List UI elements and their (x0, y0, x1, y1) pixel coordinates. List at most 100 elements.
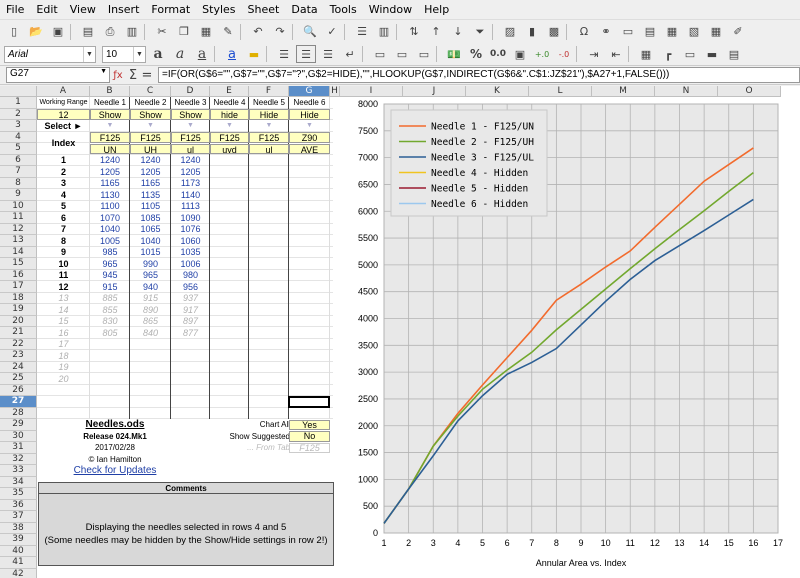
needle-value-cell[interactable]: 1240 (171, 155, 210, 166)
needle-header-2[interactable]: Needle 2 (130, 98, 171, 109)
borders-icon[interactable]: ▦ (636, 45, 656, 63)
column-header-K[interactable]: K (466, 86, 529, 97)
needle-value-cell[interactable]: 1040 (130, 236, 171, 247)
index-cell[interactable]: 4 (37, 190, 90, 201)
background-color-icon[interactable]: ▬ (702, 45, 722, 63)
column-header-A[interactable]: A (37, 86, 90, 97)
print-preview-icon[interactable]: ▥ (122, 23, 142, 41)
needle-value-cell[interactable]: 1076 (171, 224, 210, 235)
row-header-5[interactable]: 5 (0, 143, 37, 155)
needle-type-cell-5[interactable]: ul (249, 143, 289, 154)
row-header-30[interactable]: 30 (0, 430, 37, 442)
index-cell[interactable]: 11 (37, 270, 90, 281)
needle-value-cell[interactable]: 1165 (130, 178, 171, 189)
index-cell[interactable]: 8 (37, 236, 90, 247)
spreadsheet-grid[interactable]: 0 500 1000 1500 2000 2500 3000 3500 4000 4500 5000… (0, 86, 800, 578)
row-header-42[interactable]: 42 (0, 568, 37, 578)
menu-styles[interactable]: Styles (196, 3, 241, 16)
needle-value-cell[interactable]: 1040 (90, 224, 130, 235)
undo-icon[interactable]: ↶ (248, 23, 268, 41)
headers-footers-icon[interactable]: ▤ (640, 23, 660, 41)
center-vertically-icon[interactable]: ▭ (414, 45, 434, 63)
align-right-icon[interactable]: ☰ (318, 45, 338, 63)
index-cell[interactable]: 13 (37, 293, 90, 304)
column-header-O[interactable]: O (718, 86, 781, 97)
row-header-34[interactable]: 34 (0, 476, 37, 488)
index-cell[interactable]: 1 (37, 155, 90, 166)
needle-tab-cell-3[interactable]: F125 (171, 132, 210, 143)
decrease-indent-icon[interactable]: ⇤ (606, 45, 626, 63)
selected-cell-G27[interactable] (288, 396, 330, 408)
needle-value-cell[interactable]: 990 (130, 259, 171, 270)
row-header-16[interactable]: 16 (0, 269, 37, 281)
new-document-icon[interactable]: ▯ (4, 23, 24, 41)
needle-value-cell[interactable]: 965 (90, 259, 130, 270)
needle-value-cell[interactable]: 985 (90, 247, 130, 258)
row-header-26[interactable]: 26 (0, 384, 37, 396)
bold-icon[interactable]: a (148, 45, 168, 63)
menu-view[interactable]: View (64, 3, 102, 16)
index-cell[interactable]: 7 (37, 224, 90, 235)
row-header-37[interactable]: 37 (0, 511, 37, 523)
row-header-15[interactable]: 15 (0, 258, 37, 270)
needle-type-cell-1[interactable]: UN (90, 143, 130, 154)
row-header-39[interactable]: 39 (0, 534, 37, 546)
column-header-E[interactable]: E (210, 86, 249, 97)
row-header-6[interactable]: 6 (0, 154, 37, 166)
needle-header-5[interactable]: Needle 5 (249, 98, 289, 109)
needle-value-cell[interactable]: 1113 (171, 201, 210, 212)
row-header-3[interactable]: 3 (0, 120, 37, 132)
align-left-icon[interactable]: ☰ (274, 45, 294, 63)
row-header-8[interactable]: 8 (0, 177, 37, 189)
font-size-combo[interactable]: 10 ▼ (102, 45, 146, 63)
paste-icon[interactable]: ▦ (196, 23, 216, 41)
needle-value-cell[interactable]: 1085 (130, 213, 171, 224)
menu-insert[interactable]: Insert (102, 3, 146, 16)
row-header-29[interactable]: 29 (0, 419, 37, 431)
freeze-rows-columns-icon[interactable]: ▧ (684, 23, 704, 41)
formula-input[interactable]: =IF(OR(G$6="",G$7="",G$7="?",G$2=HIDE),"… (158, 67, 800, 83)
sort-icon[interactable]: ⇅ (404, 23, 424, 41)
row-header-20[interactable]: 20 (0, 315, 37, 327)
index-cell[interactable]: 20 (37, 374, 90, 385)
row-header-32[interactable]: 32 (0, 453, 37, 465)
needle-value-cell[interactable]: 980 (171, 270, 210, 281)
menu-file[interactable]: File (0, 3, 30, 16)
from-tab-value[interactable]: F125 (289, 442, 330, 453)
needle-value-cell[interactable]: 885 (90, 293, 130, 304)
underline-icon[interactable]: a (192, 45, 212, 63)
needle-value-cell[interactable]: 890 (130, 305, 171, 316)
showhide-cell-4[interactable]: hide (210, 109, 249, 120)
italic-icon[interactable]: a (170, 45, 190, 63)
sum-icon[interactable]: Σ (126, 66, 140, 84)
needle-type-cell-4[interactable]: uyd (210, 143, 249, 154)
row-header-21[interactable]: 21 (0, 327, 37, 339)
cut-icon[interactable]: ✂ (152, 23, 172, 41)
needle-value-cell[interactable]: 965 (130, 270, 171, 281)
needle-value-cell[interactable]: 1105 (130, 201, 171, 212)
row-header-27[interactable]: 27 (0, 396, 37, 408)
needle-header-1[interactable]: Needle 1 (90, 98, 130, 109)
name-box[interactable]: G27 ▼ (6, 67, 110, 83)
spellcheck-icon[interactable]: ✓ (322, 23, 342, 41)
needle-value-cell[interactable]: 1015 (130, 247, 171, 258)
select-dropdown-1[interactable]: ▼ (90, 121, 130, 132)
index-cell[interactable]: 12 (37, 282, 90, 293)
showhide-cell-3[interactable]: Show (171, 109, 210, 120)
needle-value-cell[interactable]: 1205 (90, 167, 130, 178)
insert-chart-icon[interactable]: ▮ (522, 23, 542, 41)
column-header-L[interactable]: L (529, 86, 592, 97)
row-header-12[interactable]: 12 (0, 223, 37, 235)
row-header-28[interactable]: 28 (0, 407, 37, 419)
showhide-cell-1[interactable]: Show (90, 109, 130, 120)
split-window-icon[interactable]: ▦ (706, 23, 726, 41)
copy-icon[interactable]: ❐ (174, 23, 194, 41)
border-style-icon[interactable]: ┏ (658, 45, 678, 63)
menu-data[interactable]: Data (285, 3, 323, 16)
chevron-down-icon[interactable]: ▼ (100, 68, 107, 75)
select-all-corner[interactable] (0, 86, 37, 97)
menu-window[interactable]: Window (363, 3, 418, 16)
insert-image-icon[interactable]: ▨ (500, 23, 520, 41)
row-header-41[interactable]: 41 (0, 557, 37, 569)
index-cell[interactable]: 10 (37, 259, 90, 270)
